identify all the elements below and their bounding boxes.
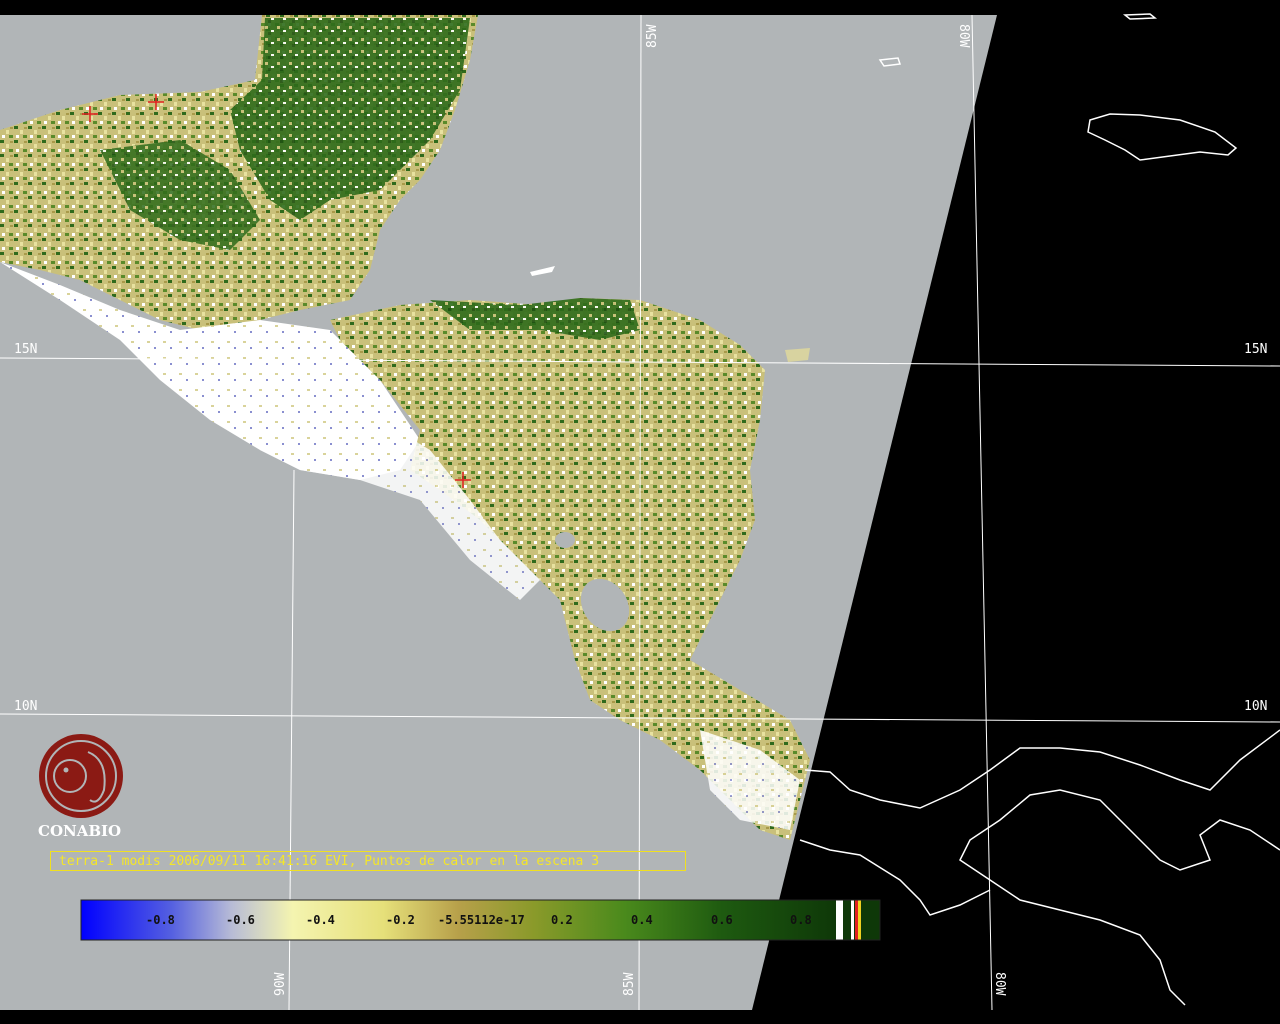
scale-label: 0.2: [551, 913, 573, 927]
scale-label: 0.4: [631, 913, 653, 927]
color-scale-bar: -0.8 -0.6 -0.4 -0.2 -5.55112e-17 0.2 0.4…: [80, 899, 881, 941]
scale-label: 0.6: [711, 913, 733, 927]
conabio-logo-icon: [39, 734, 123, 818]
lon-80w-top-label: 80W: [956, 24, 971, 48]
lat-10n-left-label: 10N: [14, 699, 37, 714]
lat-15n-right-label: 15N: [1244, 342, 1267, 357]
lon-85w-top-label: 85W: [645, 24, 660, 48]
lat-15n-left-label: 15N: [14, 342, 37, 357]
lon-90w-bottom-label: 90W: [273, 972, 288, 996]
scale-label: -0.4: [306, 913, 335, 927]
lon-85w-bottom-label: 85W: [622, 972, 637, 996]
lat-10n-right-label: 10N: [1244, 699, 1267, 714]
conabio-logo-text: CONABIO: [38, 822, 122, 840]
scale-label: -0.8: [146, 913, 175, 927]
lon-80w-bottom-label: 80W: [992, 972, 1007, 996]
scale-label: -5.55112e-17: [438, 913, 525, 927]
scale-label: -0.2: [386, 913, 415, 927]
scale-label: -0.6: [226, 913, 255, 927]
scale-label: 0.8: [790, 913, 812, 927]
scene-caption: terra-1 modis 2006/09/11 16:41:16 EVI, P…: [50, 851, 686, 871]
